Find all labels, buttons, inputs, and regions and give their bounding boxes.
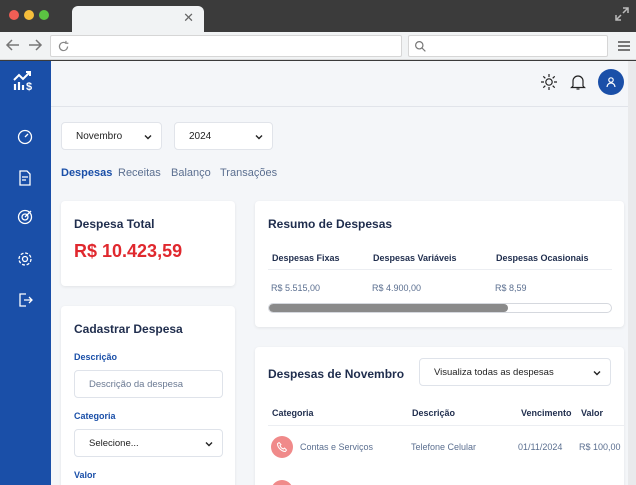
expand-icon[interactable] [614,6,630,22]
logout-icon[interactable] [16,291,34,309]
hamburger-menu-icon[interactable] [616,38,632,54]
address-bar[interactable] [50,35,402,57]
column-header-category: Categoria [272,408,314,418]
category-select-value: Selecione... [89,438,139,449]
summary-title: Resumo de Despesas [268,217,393,231]
close-window-button[interactable] [9,10,19,20]
summary-divider [268,269,612,270]
tab-receitas[interactable]: Receitas [118,167,161,179]
category-icon [271,436,293,458]
user-avatar[interactable] [598,69,624,95]
tab-balanco[interactable]: Balanço [171,167,211,179]
column-header-description: Descrição [412,408,456,418]
year-select-value: 2024 [189,131,212,142]
row-due-date: 01/11/2024 [518,442,563,452]
month-select[interactable]: Novembro [61,122,162,150]
svg-text:$: $ [26,81,32,92]
year-select[interactable]: 2024 [174,122,273,150]
month-expenses-title: Despesas de Novembro [268,367,405,381]
summary-header-fixed: Despesas Fixas [272,253,340,263]
description-input[interactable]: Descrição da despesa [74,370,223,398]
summary-header-occasional: Despesas Ocasionais [496,253,589,263]
description-label: Descrição [74,352,118,362]
invoice-icon[interactable] [16,169,34,187]
category-select[interactable]: Selecione... [74,429,223,457]
category-label: Categoria [74,411,116,421]
category-icon [271,480,293,485]
browser-tab[interactable]: ✕ [72,6,204,32]
expense-summary-card: Resumo de Despesas Despesas Fixas Despes… [255,201,624,327]
summary-header-variable: Despesas Variáveis [373,253,457,263]
main-content: Novembro 2024 Despesas Receitas Balanço … [51,61,628,485]
total-expense-card: Despesa Total R$ 10.423,59 [61,201,235,286]
summary-value-fixed: R$ 5.515,00 [271,283,321,293]
table-divider [268,425,624,426]
page-scrollbar[interactable] [628,61,636,485]
chevron-down-icon [144,135,152,140]
column-header-due: Vencimento [521,408,572,418]
form-title: Cadastrar Despesa [74,322,183,336]
expense-filter-value: Visualiza todas as despesas [434,367,554,378]
forward-arrow-icon[interactable] [27,37,43,53]
sun-icon[interactable] [540,73,558,91]
search-icon [415,41,426,52]
chevron-down-icon [205,442,213,447]
add-expense-form: Cadastrar Despesa Descrição Descrição da… [61,306,235,485]
gear-icon[interactable] [16,250,34,268]
maximize-window-button[interactable] [39,10,49,20]
month-expenses-card: Despesas de Novembro Visualiza todas as … [255,347,624,485]
month-select-value: Novembro [76,131,123,142]
tab-despesas[interactable]: Despesas [61,167,112,179]
chevron-down-icon [593,371,601,376]
tab-transacoes[interactable]: Transações [220,167,277,179]
user-icon [606,77,616,88]
top-header [51,61,628,107]
summary-value-variable: R$ 4.900,00 [372,283,422,293]
row-value: R$ 100,00 [579,442,621,452]
total-expense-value: R$ 10.423,59 [74,241,183,261]
total-expense-title: Despesa Total [74,217,155,231]
row-category: Contas e Serviços [300,442,374,452]
chevron-down-icon [255,135,263,140]
minimize-window-button[interactable] [24,10,34,20]
expense-filter-select[interactable]: Visualiza todas as despesas [419,358,611,386]
column-header-value: Valor [581,408,604,418]
value-label: Valor [74,470,97,480]
browser-tab-bar: ✕ [0,0,636,32]
summary-scrollbar[interactable] [268,303,612,313]
reload-icon[interactable] [57,40,70,53]
summary-value-occasional: R$ 8,59 [495,283,527,293]
dashboard-gauge-icon[interactable] [16,128,34,146]
target-icon[interactable] [16,208,34,226]
row-description: Telefone Celular [411,442,477,452]
tab-close-icon[interactable]: ✕ [183,11,194,25]
browser-search-input[interactable] [408,35,608,57]
sidebar: $ [0,61,51,485]
finance-logo-icon[interactable]: $ [12,68,36,92]
phone-icon [276,441,288,453]
summary-scrollbar-thumb[interactable] [269,304,509,312]
bell-icon[interactable] [569,73,587,91]
browser-toolbar [0,32,636,60]
back-arrow-icon[interactable] [5,37,21,53]
